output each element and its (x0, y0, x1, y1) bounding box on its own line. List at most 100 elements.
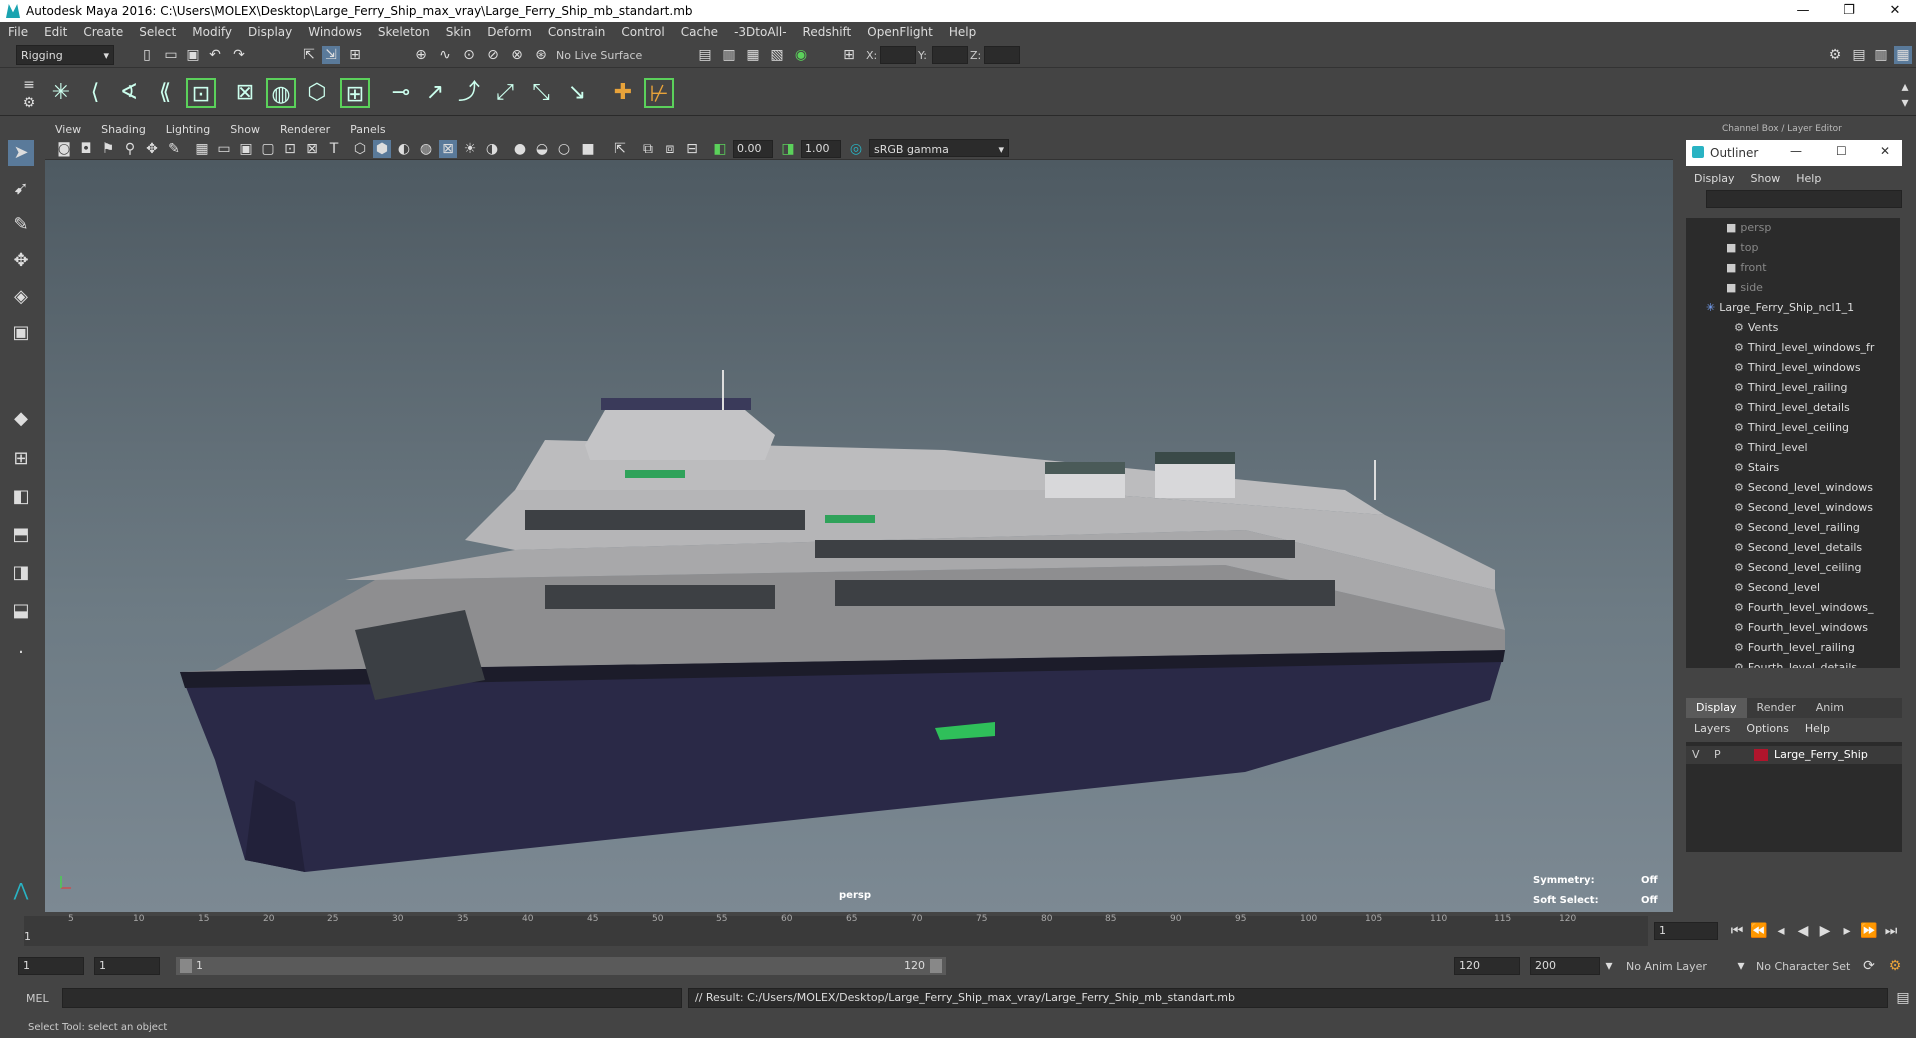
vp-menu-lighting[interactable]: Lighting (156, 123, 220, 136)
layer-visibility-toggle[interactable]: V (1692, 748, 1700, 761)
multisample-icon[interactable]: ○ (555, 140, 573, 158)
view-transform-dropdown[interactable]: sRGB gamma ▾ (869, 139, 1009, 157)
menu-skeleton[interactable]: Skeleton (370, 25, 438, 39)
layer-name[interactable]: Large_Ferry_Ship (1774, 748, 1868, 761)
shelf-settings-icon[interactable]: ⚙ (20, 94, 38, 112)
snap-view-icon[interactable]: ⊘ (484, 46, 502, 64)
scale-tool-icon[interactable]: ▣ (8, 320, 34, 346)
persp-outliner-layout-icon[interactable]: ◧ (8, 484, 34, 510)
menu-edit[interactable]: Edit (36, 25, 75, 39)
character-set-icon[interactable]: ⊬ (644, 78, 674, 108)
locator-icon[interactable]: ✚ (608, 78, 638, 108)
command-input[interactable] (62, 988, 682, 1008)
select-tool-icon[interactable]: ➤ (8, 140, 34, 166)
outliner-item[interactable]: ■ persp (1726, 218, 1771, 238)
uv-layout-icon[interactable]: ⬓ (8, 598, 34, 624)
persp-graph-layout-icon[interactable]: ⬒ (8, 522, 34, 548)
layer-menu-help[interactable]: Help (1797, 720, 1838, 738)
lasso-tool-icon[interactable]: ➹ (8, 176, 34, 202)
outliner-item[interactable]: ⚙ Stairs (1734, 458, 1779, 478)
tab-render[interactable]: Render (1747, 698, 1806, 718)
outliner-item[interactable]: ⚙ Vents (1734, 318, 1778, 338)
animation-start-field[interactable]: 1 (18, 957, 84, 975)
point-constraint-icon[interactable]: ⊸ (386, 78, 416, 108)
snap-point-icon[interactable]: ⊙ (460, 46, 478, 64)
vp-menu-panels[interactable]: Panels (340, 123, 395, 136)
grid-icon[interactable]: ▦ (193, 140, 211, 158)
menu-3dtoall[interactable]: -3DtoAll- (726, 25, 794, 39)
outliner-menu-show[interactable]: Show (1743, 170, 1789, 188)
tool-settings-icon[interactable]: ▥ (1872, 46, 1890, 64)
close-button[interactable]: ✕ (1872, 0, 1916, 22)
outliner-item[interactable]: ⚙ Second_level_windows (1734, 498, 1873, 518)
outliner-item[interactable]: ⚙ Third_level_windows (1734, 358, 1861, 378)
vp-menu-shading[interactable]: Shading (91, 123, 156, 136)
layer-menu-layers[interactable]: Layers (1686, 720, 1738, 738)
menu-help[interactable]: Help (941, 25, 984, 39)
depth-of-field-icon[interactable]: ■ (579, 140, 597, 158)
snap-plane-icon[interactable]: ⊛ (532, 46, 550, 64)
outliner-item[interactable]: ⚙ Third_level_railing (1734, 378, 1847, 398)
safe-title-icon[interactable]: T (325, 140, 343, 158)
render-settings-icon[interactable]: ▤ (696, 46, 714, 64)
layer-row[interactable]: V P Large_Ferry_Ship (1686, 746, 1902, 764)
isolate-select-icon[interactable]: ⇱ (611, 140, 629, 158)
menu-windows[interactable]: Windows (300, 25, 370, 39)
script-language-toggle[interactable]: MEL (26, 992, 49, 1005)
outliner-menu-display[interactable]: Display (1686, 170, 1743, 188)
smooth-shade-icon[interactable]: ⬢ (373, 140, 391, 158)
xray-components-icon[interactable]: ⊟ (683, 140, 701, 158)
shadows-icon[interactable]: ◑ (483, 140, 501, 158)
aim-constraint-icon[interactable]: ↗ (420, 78, 450, 108)
menu-display[interactable]: Display (240, 25, 300, 39)
step-forward-frame-icon[interactable]: ▸ (1838, 922, 1856, 940)
scale-constraint-icon[interactable]: ⤢ (490, 78, 520, 108)
viewport-canvas[interactable]: persp Symmetry: Off Soft Select: Off (45, 160, 1673, 912)
snap-grid-icon[interactable]: ⊕ (412, 46, 430, 64)
maximize-button[interactable]: ❐ (1826, 0, 1872, 22)
select-hierarchy-icon[interactable]: ⇱ (300, 46, 318, 64)
outliner-item[interactable]: ⚙ Second_level_ceiling (1734, 558, 1861, 578)
animation-end-field[interactable]: 200 (1530, 957, 1600, 975)
wireframe-icon[interactable]: ⬡ (351, 140, 369, 158)
lattice-icon[interactable]: ⬡ (302, 78, 332, 108)
four-view-layout-icon[interactable]: ⊞ (8, 446, 34, 472)
vp-menu-view[interactable]: View (45, 123, 91, 136)
exposure-field[interactable]: 0.00 (733, 140, 773, 158)
film-gate-icon[interactable]: ▭ (215, 140, 233, 158)
bookmark-icon[interactable]: ⚑ (99, 140, 117, 158)
outliner-item[interactable]: ⚙ Third_level_windows_fr (1734, 338, 1874, 358)
outliner-item[interactable]: ⚙ Third_level_details (1734, 398, 1850, 418)
select-camera-icon[interactable]: ◙ (55, 140, 73, 158)
time-slider-track[interactable]: 1 5 10 15 20 25 30 35 40 45 50 55 60 65 70 75 80 85 90 95 1… (24, 914, 1648, 946)
play-backwards-icon[interactable]: ◀ (1794, 922, 1812, 940)
outliner-item[interactable]: ⚙ Fourth_level_windows (1734, 618, 1868, 638)
save-scene-icon[interactable]: ▣ (184, 46, 202, 64)
outliner-item[interactable]: ■ side (1726, 278, 1763, 298)
outliner-item[interactable]: ⚙ Second_level_details (1734, 538, 1862, 558)
menu-deform[interactable]: Deform (479, 25, 540, 39)
range-start-handle[interactable] (180, 959, 192, 973)
anim-layer-dropdown[interactable]: No Anim Layer (1626, 960, 1707, 973)
channel-box-icon[interactable]: ▦ (1894, 46, 1912, 64)
outliner-maximize-button[interactable]: ☐ (1836, 144, 1847, 158)
single-perspective-layout-icon[interactable]: ◆ (8, 406, 34, 432)
color-management-icon[interactable]: ◎ (847, 140, 865, 158)
end-field-dropdown-icon[interactable]: ▾ (1600, 957, 1618, 975)
outliner-item[interactable]: ⚙ Second_level_windows (1734, 478, 1873, 498)
outliner-item[interactable]: ⚙ Third_level (1734, 438, 1808, 458)
field-chart-icon[interactable]: ⊡ (281, 140, 299, 158)
orient-constraint-icon[interactable]: ⤴ (454, 78, 484, 108)
vp-menu-show[interactable]: Show (220, 123, 270, 136)
render-frame-icon[interactable]: ▥ (720, 46, 738, 64)
bind-skin-icon[interactable]: ⊡ (186, 78, 216, 108)
outliner-filter-input[interactable] (1706, 190, 1902, 208)
layer-color-swatch[interactable] (1754, 749, 1768, 761)
ipr-render-icon[interactable]: ▦ (744, 46, 762, 64)
anim-layer-dropdown-icon[interactable]: ▾ (1732, 957, 1750, 975)
cluster-icon[interactable]: ◍ (266, 78, 296, 108)
playback-end-field[interactable]: 120 (1454, 957, 1520, 975)
layer-menu-options[interactable]: Options (1738, 720, 1796, 738)
snap-curve-icon[interactable]: ∿ (436, 46, 454, 64)
use-all-lights-icon[interactable]: ☀ (461, 140, 479, 158)
